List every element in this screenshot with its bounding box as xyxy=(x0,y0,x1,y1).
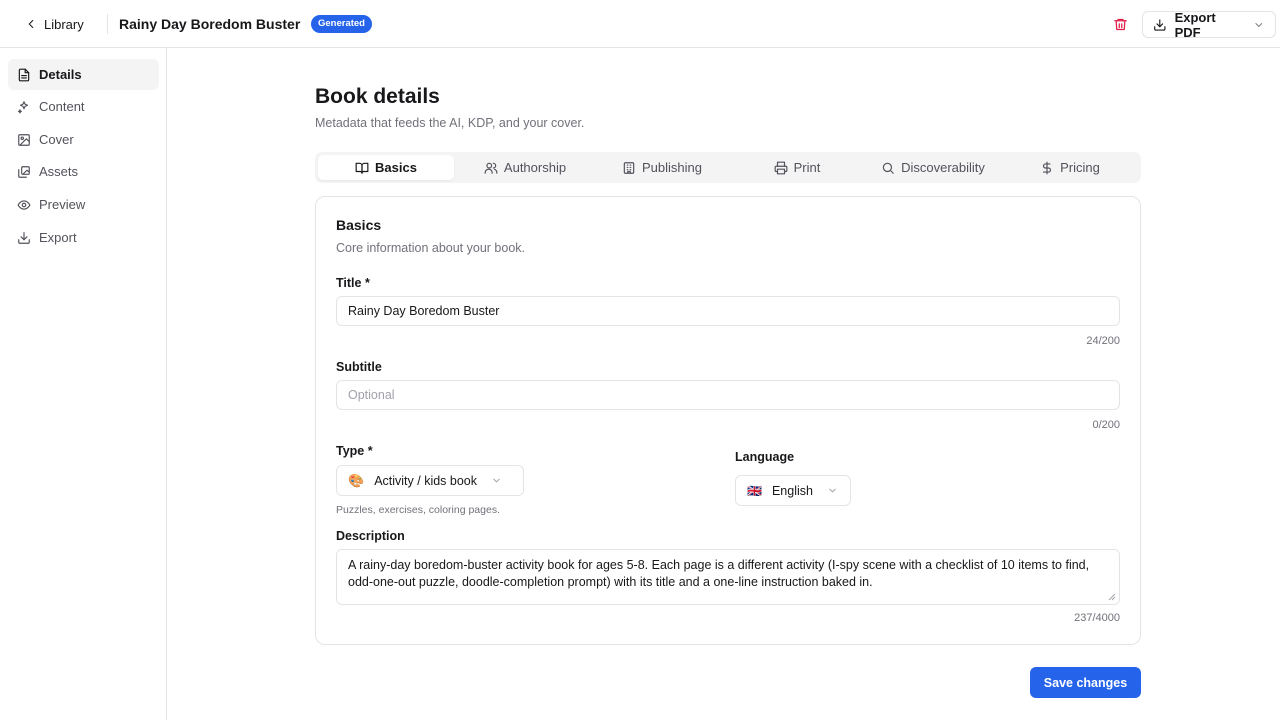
tab-pricing[interactable]: Pricing xyxy=(1002,155,1138,180)
language-select[interactable]: 🇬🇧 English xyxy=(735,475,851,506)
subtitle-label: Subtitle xyxy=(336,360,382,374)
title-input[interactable]: Rainy Day Boredom Buster xyxy=(336,296,1120,326)
title-char-count: 24/200 xyxy=(1086,335,1120,347)
description-textarea[interactable]: A rainy-day boredom-buster activity book… xyxy=(336,549,1120,605)
sidebar-item-label: Cover xyxy=(39,132,74,147)
tab-discoverability[interactable]: Discoverability xyxy=(865,155,1001,180)
header-divider xyxy=(107,14,108,34)
tab-label: Publishing xyxy=(642,160,702,175)
download-icon xyxy=(18,231,30,244)
sidebar-item-assets[interactable]: Assets xyxy=(8,156,159,187)
tab-basics[interactable]: Basics xyxy=(318,155,454,180)
section-subtitle: Core information about your book. xyxy=(336,241,525,255)
palette-icon: 🎨 xyxy=(348,472,365,488)
tab-print[interactable]: Print xyxy=(729,155,865,180)
dollar-icon xyxy=(1043,161,1052,174)
book-open-icon xyxy=(355,162,369,174)
export-pdf-label: Export PDF xyxy=(1174,9,1216,40)
section-title: Basics xyxy=(336,217,382,233)
sidebar-item-cover[interactable]: Cover xyxy=(8,124,159,155)
users-icon xyxy=(484,162,498,174)
language-label: Language xyxy=(735,450,795,464)
search-icon xyxy=(882,162,894,174)
eye-icon xyxy=(17,199,31,210)
description-char-count: 237/4000 xyxy=(1074,612,1120,624)
file-text-icon xyxy=(18,68,30,81)
page-title: Book details xyxy=(315,85,440,108)
book-title-heading: Rainy Day Boredom Buster xyxy=(119,16,301,32)
subtitle-input[interactable]: Optional xyxy=(336,380,1120,410)
trash-icon xyxy=(1113,18,1127,30)
resize-handle-icon[interactable] xyxy=(1108,593,1116,601)
tab-label: Authorship xyxy=(503,160,567,175)
tab-publishing[interactable]: Publishing xyxy=(594,155,730,180)
sidebar-item-preview[interactable]: Preview xyxy=(8,189,159,220)
top-bar: Library Rainy Day Boredom Buster Generat… xyxy=(0,0,1280,48)
tab-label: Basics xyxy=(375,160,417,175)
tab-authorship[interactable]: Authorship xyxy=(457,155,593,180)
description-label: Description xyxy=(336,529,405,543)
back-link-label: Library xyxy=(44,16,84,32)
title-label: Title * xyxy=(336,276,370,290)
sidebar: Details Content Cover Assets Preview Exp… xyxy=(0,48,167,720)
chevron-down-icon xyxy=(1255,22,1263,27)
page-subtitle: Metadata that feeds the AI, KDP, and you… xyxy=(315,116,585,130)
uk-flag-icon: 🇬🇧 xyxy=(747,483,762,498)
building-icon xyxy=(623,161,635,174)
sidebar-item-details[interactable]: Details xyxy=(8,59,159,90)
delete-button[interactable] xyxy=(1110,14,1130,34)
sidebar-item-label: Assets xyxy=(39,164,79,179)
back-to-library-link[interactable]: Library xyxy=(24,13,84,35)
printer-icon xyxy=(774,161,788,174)
sidebar-item-export[interactable]: Export xyxy=(8,222,159,253)
type-help-text: Puzzles, exercises, coloring pages. xyxy=(336,504,500,516)
chevron-down-icon xyxy=(493,478,500,483)
export-pdf-button[interactable]: Export PDF xyxy=(1142,9,1276,40)
type-label: Type * xyxy=(336,444,373,458)
tab-label: Print xyxy=(793,160,821,175)
tab-label: Pricing xyxy=(1060,160,1100,175)
details-tabs: Basics Authorship Publishing Print Disco… xyxy=(315,152,1141,183)
sidebar-item-content[interactable]: Content xyxy=(8,91,159,122)
type-select-value: Activity / kids book xyxy=(374,473,478,488)
sidebar-item-label: Content xyxy=(39,99,85,114)
sparkles-icon xyxy=(17,100,29,113)
chevron-down-icon xyxy=(829,488,836,493)
sidebar-item-label: Preview xyxy=(39,197,86,212)
basics-card: Basics Core information about your book.… xyxy=(315,196,1141,645)
image-icon xyxy=(18,133,30,146)
download-icon xyxy=(1154,18,1166,31)
description-text: A rainy-day boredom-buster activity book… xyxy=(348,558,1090,589)
status-badge: Generated xyxy=(311,15,372,33)
chevron-left-icon xyxy=(28,19,34,29)
type-select[interactable]: 🎨 Activity / kids book xyxy=(336,465,524,496)
tab-label: Discoverability xyxy=(901,160,985,175)
subtitle-char-count: 0/200 xyxy=(1092,419,1120,431)
save-changes-button[interactable]: Save changes xyxy=(1030,667,1141,698)
language-select-value: English xyxy=(771,483,813,498)
gallery-icon xyxy=(18,165,30,178)
sidebar-item-label: Details xyxy=(39,67,82,82)
sidebar-item-label: Export xyxy=(39,230,77,245)
